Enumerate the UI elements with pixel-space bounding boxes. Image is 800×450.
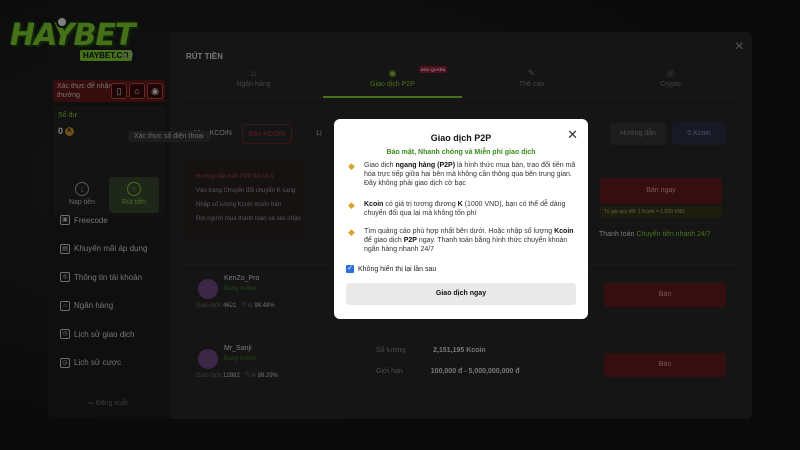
diamond-icon: ◆ [348,161,355,171]
dialog-title: Giao dịch P2P [430,133,492,143]
diamond-icon: ◆ [348,227,355,237]
point-bold: Kcoin [364,201,384,208]
point-bold: Kcoin [554,228,574,235]
p2p-info-dialog: Giao dịch P2P ✕ Bảo mật, Nhanh chóng và … [334,119,588,319]
point-bold: ngang hàng (P2P) [395,162,456,169]
checkmark-icon: ✓ [346,265,354,273]
dont-show-again-checkbox[interactable]: ✓ Không hiển thị lại lần sau [346,265,436,273]
point-text: Tìm quảng cáo phù hợp nhất bên dưới. Hoặ… [364,228,555,235]
info-point: ◆ Kcoin có giá trị tương đương K (1000 V… [346,200,580,218]
info-point: ◆ Giao dịch ngang hàng (P2P) là hình thứ… [346,161,580,188]
trade-now-button[interactable]: Giao dịch ngay [346,283,576,305]
info-point: ◆ Tìm quảng cáo phù hợp nhất bên dưới. H… [346,227,580,254]
point-text: có giá trị tương đương [383,201,458,208]
diamond-icon: ◆ [348,200,355,210]
dialog-subtitle: Bảo mật, Nhanh chóng và Miễn phí giao dị… [386,149,536,156]
point-text: để giao dịch [364,237,404,244]
close-icon[interactable]: ✕ [567,127,578,143]
point-text: Giao dịch [364,162,396,169]
checkbox-label: Không hiển thị lại lần sau [358,265,437,273]
point-bold: P2P [403,237,417,244]
